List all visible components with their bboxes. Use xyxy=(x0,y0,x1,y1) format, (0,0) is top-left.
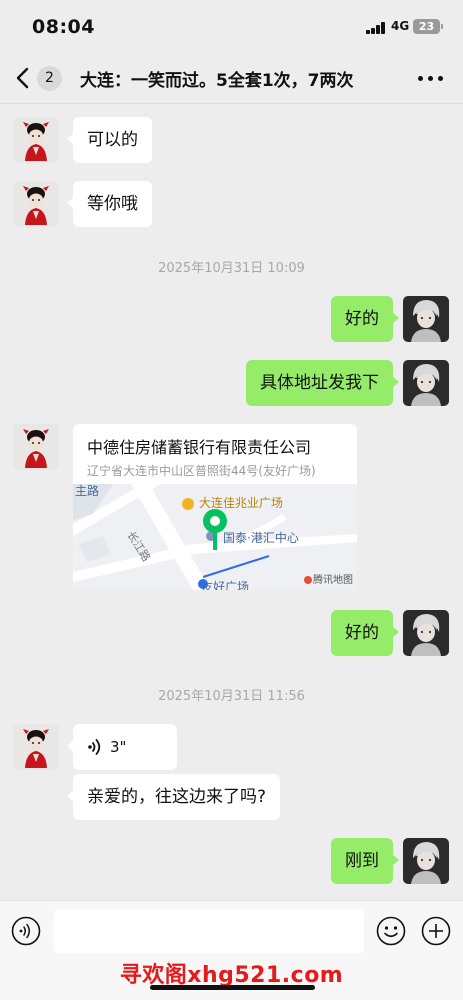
map-label: 主路 xyxy=(75,484,100,498)
my-avatar[interactable] xyxy=(403,610,449,656)
map-brand-label: 腾讯地图 xyxy=(313,575,353,586)
message-bubble[interactable]: 好的 xyxy=(331,610,399,656)
contact-avatar[interactable] xyxy=(13,117,59,163)
voice-duration: 3" xyxy=(110,738,127,756)
message-bubble[interactable]: 具体地址发我下 xyxy=(246,360,399,406)
map-poi-label: 大连佳兆业广场 xyxy=(199,496,284,510)
voice-wave-icon xyxy=(88,739,101,755)
location-address: 辽宁省大连市中山区普照街44号(友好广场) xyxy=(87,464,316,478)
more-icon[interactable] xyxy=(418,76,444,82)
plus-icon[interactable] xyxy=(421,916,451,946)
voice-message[interactable]: 3" xyxy=(67,724,177,770)
chat-header: 2 大连：一笑而过。5全套1次，7两次 xyxy=(0,52,463,104)
signal-icon xyxy=(366,22,386,34)
message-bubble[interactable]: 刚到 xyxy=(331,838,399,884)
contact-avatar[interactable] xyxy=(13,181,59,227)
unread-count-badge[interactable]: 2 xyxy=(37,66,62,91)
status-bar: 08:04 4G 23 xyxy=(0,0,463,52)
message-bubble[interactable]: 可以的 xyxy=(67,117,152,163)
map-poi-label: 国泰·港汇中心 xyxy=(223,531,299,545)
contact-avatar[interactable] xyxy=(13,724,59,770)
message-bubble[interactable]: 等你哦 xyxy=(67,181,152,227)
message-input[interactable] xyxy=(54,909,364,953)
home-indicator xyxy=(150,985,315,990)
map-preview[interactable]: 主路 大连佳兆业广场 国泰·港汇中心 长江路 友好广场 腾讯地图 xyxy=(73,484,357,590)
my-avatar[interactable] xyxy=(403,838,449,884)
location-name: 中德住房储蓄银行有限责任公司 xyxy=(87,438,312,457)
chat-title: 大连：一笑而过。5全套1次，7两次 xyxy=(80,71,354,91)
network-type: 4G xyxy=(391,19,410,33)
contact-avatar[interactable] xyxy=(13,424,59,470)
battery-icon: 23 xyxy=(413,19,443,34)
voice-mode-icon[interactable] xyxy=(11,916,41,946)
location-card[interactable]: 中德住房储蓄银行有限责任公司 辽宁省大连市中山区普照街44号(友好广场) 主路 … xyxy=(73,424,357,590)
message-timestamp: 2025年10月31日 10:09 xyxy=(158,261,305,276)
back-icon[interactable] xyxy=(14,67,34,89)
map-poi-label: 友好广场 xyxy=(201,580,250,590)
message-bubble[interactable]: 亲爱的，往这边来了吗? xyxy=(66,774,281,820)
my-avatar[interactable] xyxy=(403,360,449,406)
emoji-icon[interactable] xyxy=(376,916,406,946)
status-time: 08:04 xyxy=(32,16,95,38)
message-timestamp: 2025年10月31日 11:56 xyxy=(158,689,305,704)
my-avatar[interactable] xyxy=(403,296,449,342)
message-bubble[interactable]: 好的 xyxy=(331,296,399,342)
